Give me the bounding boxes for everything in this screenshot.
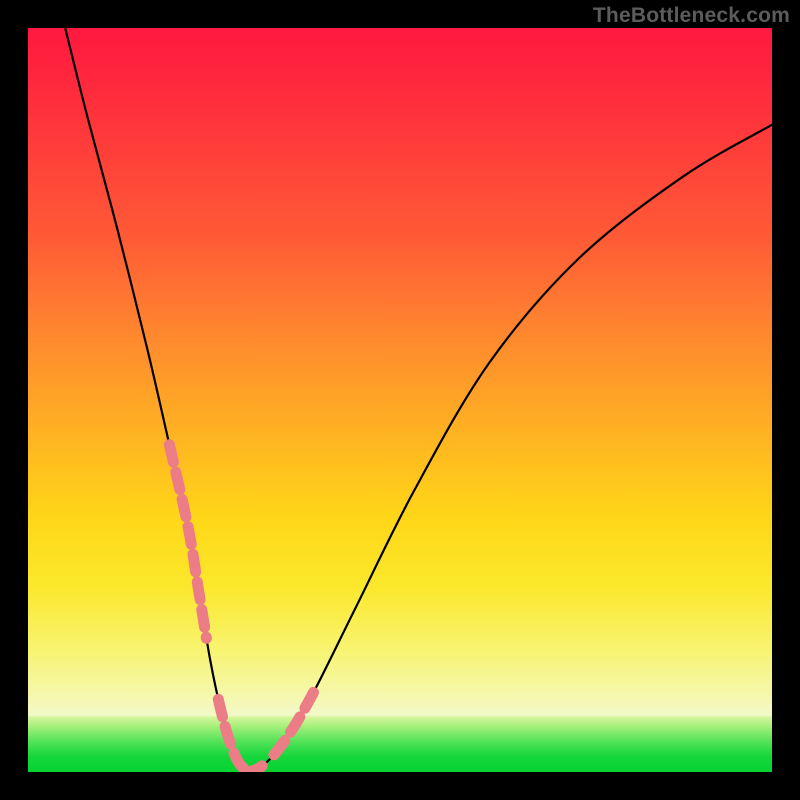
highlight-dashes [169,445,314,771]
bottleneck-curve [65,28,772,771]
highlight-segment [169,445,206,639]
highlight-segment [274,691,314,755]
highlight-segment [218,699,262,770]
watermark-text: TheBottleneck.com [593,4,790,28]
plot-area [28,28,772,772]
chart-frame: TheBottleneck.com [0,0,800,800]
curve-svg [28,28,772,772]
curve-path [65,28,772,771]
